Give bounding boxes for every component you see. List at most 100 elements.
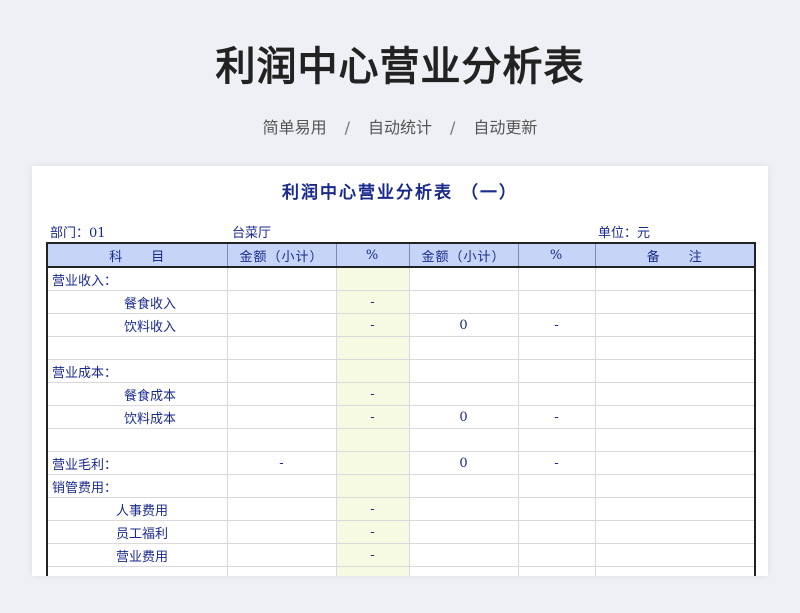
column-header-amount-1: 金额（小计） [227, 242, 337, 268]
cell-percent-2[interactable] [518, 359, 596, 383]
cell-amount-2[interactable] [409, 336, 519, 360]
cell-percent-1[interactable]: - [336, 290, 410, 314]
cell-remarks[interactable] [595, 336, 756, 360]
cell-amount-2[interactable] [409, 428, 519, 452]
cell-subject[interactable]: 营业收入： [46, 267, 228, 291]
cell-subject[interactable]: 营业毛利： [46, 451, 228, 475]
cell-percent-1[interactable]: - [336, 405, 410, 429]
cell-percent-1[interactable] [336, 428, 410, 452]
cell-remarks[interactable] [595, 428, 756, 452]
cell-subject[interactable]: 饮料收入 [46, 313, 228, 337]
cell-percent-1[interactable] [336, 267, 410, 291]
column-header-remarks: 备 注 [595, 242, 756, 268]
cell-amount-2[interactable] [409, 290, 519, 314]
cell-amount-1[interactable] [227, 405, 337, 429]
cell-amount-1[interactable] [227, 474, 337, 498]
cell-percent-2[interactable] [518, 290, 596, 314]
cell-amount-1[interactable] [227, 428, 337, 452]
cell-percent-1[interactable]: - [336, 543, 410, 567]
cell-subject[interactable]: 餐食收入 [46, 290, 228, 314]
table-body: 营业收入： 餐食收入 - 饮料收入 -0- 营业成本： 餐食成本 - 饮料成本 -0- 营业毛利： -… [46, 267, 756, 576]
cell-percent-2[interactable]: - [518, 313, 596, 337]
cell-amount-1[interactable] [227, 566, 337, 576]
cell-amount-1[interactable] [227, 313, 337, 337]
cell-remarks[interactable] [595, 451, 756, 475]
cell-amount-1[interactable] [227, 382, 337, 406]
column-header-percent-2: % [518, 242, 596, 268]
cell-amount-1[interactable] [227, 520, 337, 544]
cell-subject[interactable]: 营业成本： [46, 359, 228, 383]
cell-amount-2[interactable] [409, 359, 519, 383]
cell-amount-2[interactable]: 0 [409, 405, 519, 429]
cell-remarks[interactable] [595, 543, 756, 567]
cell-remarks[interactable] [595, 313, 756, 337]
cell-percent-2[interactable]: - [518, 451, 596, 475]
sheet-title: 利润中心营业分析表 （一） [282, 183, 518, 203]
cell-percent-2[interactable] [518, 543, 596, 567]
cell-amount-2[interactable] [409, 543, 519, 567]
cell-subject[interactable]: 人事费用 [46, 497, 228, 521]
cell-remarks[interactable] [595, 382, 756, 406]
cell-percent-2[interactable]: - [518, 405, 596, 429]
cell-subject[interactable] [46, 566, 228, 576]
cell-remarks[interactable] [595, 497, 756, 521]
cell-subject[interactable]: 餐食成本 [46, 382, 228, 406]
cell-percent-2[interactable] [518, 497, 596, 521]
cell-subject[interactable]: 员工福利 [46, 520, 228, 544]
cell-percent-1[interactable] [336, 336, 410, 360]
cell-subject[interactable] [46, 336, 228, 360]
table-row [46, 336, 756, 360]
table-row: 营业收入： [46, 267, 756, 291]
cell-amount-1[interactable] [227, 497, 337, 521]
cell-remarks[interactable] [595, 267, 756, 291]
cell-remarks[interactable] [595, 290, 756, 314]
cell-amount-2[interactable] [409, 520, 519, 544]
cell-amount-1[interactable] [227, 336, 337, 360]
unit-label: 单位：元 [598, 226, 651, 241]
cell-percent-2[interactable] [518, 566, 596, 576]
cell-percent-2[interactable] [518, 520, 596, 544]
analysis-table: 科 目 金额（小计） % 金额（小计） % 备 注 营业收入： 餐食收入 - 饮料收入… [46, 242, 756, 576]
table-row: 营业费用 - [46, 543, 756, 567]
cell-percent-2[interactable] [518, 267, 596, 291]
cell-percent-1[interactable] [336, 451, 410, 475]
cell-percent-1[interactable]: - [336, 382, 410, 406]
cell-remarks[interactable] [595, 359, 756, 383]
cell-subject[interactable]: 饮料成本 [46, 405, 228, 429]
cell-percent-1[interactable] [336, 474, 410, 498]
table-row [46, 566, 756, 576]
tagline-separator: / [450, 118, 456, 137]
tagline: 简单易用 / 自动统计 / 自动更新 [0, 114, 800, 138]
cell-remarks[interactable] [595, 405, 756, 429]
cell-amount-1[interactable] [227, 290, 337, 314]
cell-percent-2[interactable] [518, 428, 596, 452]
cell-amount-1[interactable] [227, 267, 337, 291]
cell-subject[interactable] [46, 428, 228, 452]
cell-amount-2[interactable] [409, 474, 519, 498]
cell-remarks[interactable] [595, 474, 756, 498]
cell-remarks[interactable] [595, 520, 756, 544]
cell-amount-1[interactable]: - [227, 451, 337, 475]
column-header-percent-1: % [336, 242, 410, 268]
cell-percent-2[interactable] [518, 474, 596, 498]
cell-amount-1[interactable] [227, 359, 337, 383]
cell-amount-2[interactable] [409, 267, 519, 291]
cell-amount-2[interactable] [409, 497, 519, 521]
cell-percent-1[interactable]: - [336, 313, 410, 337]
cell-amount-2[interactable] [409, 382, 519, 406]
cell-subject[interactable]: 销管费用： [46, 474, 228, 498]
table-header-row: 科 目 金额（小计） % 金额（小计） % 备 注 [46, 242, 756, 268]
cell-percent-1[interactable]: - [336, 497, 410, 521]
cell-percent-1[interactable]: - [336, 520, 410, 544]
cell-amount-1[interactable] [227, 543, 337, 567]
cell-percent-1[interactable] [336, 359, 410, 383]
cell-amount-2[interactable]: 0 [409, 313, 519, 337]
cell-amount-2[interactable] [409, 566, 519, 576]
cell-amount-2[interactable]: 0 [409, 451, 519, 475]
cell-percent-2[interactable] [518, 336, 596, 360]
cell-percent-1[interactable] [336, 566, 410, 576]
cell-percent-2[interactable] [518, 382, 596, 406]
column-header-subject: 科 目 [46, 242, 228, 268]
cell-remarks[interactable] [595, 566, 756, 576]
cell-subject[interactable]: 营业费用 [46, 543, 228, 567]
